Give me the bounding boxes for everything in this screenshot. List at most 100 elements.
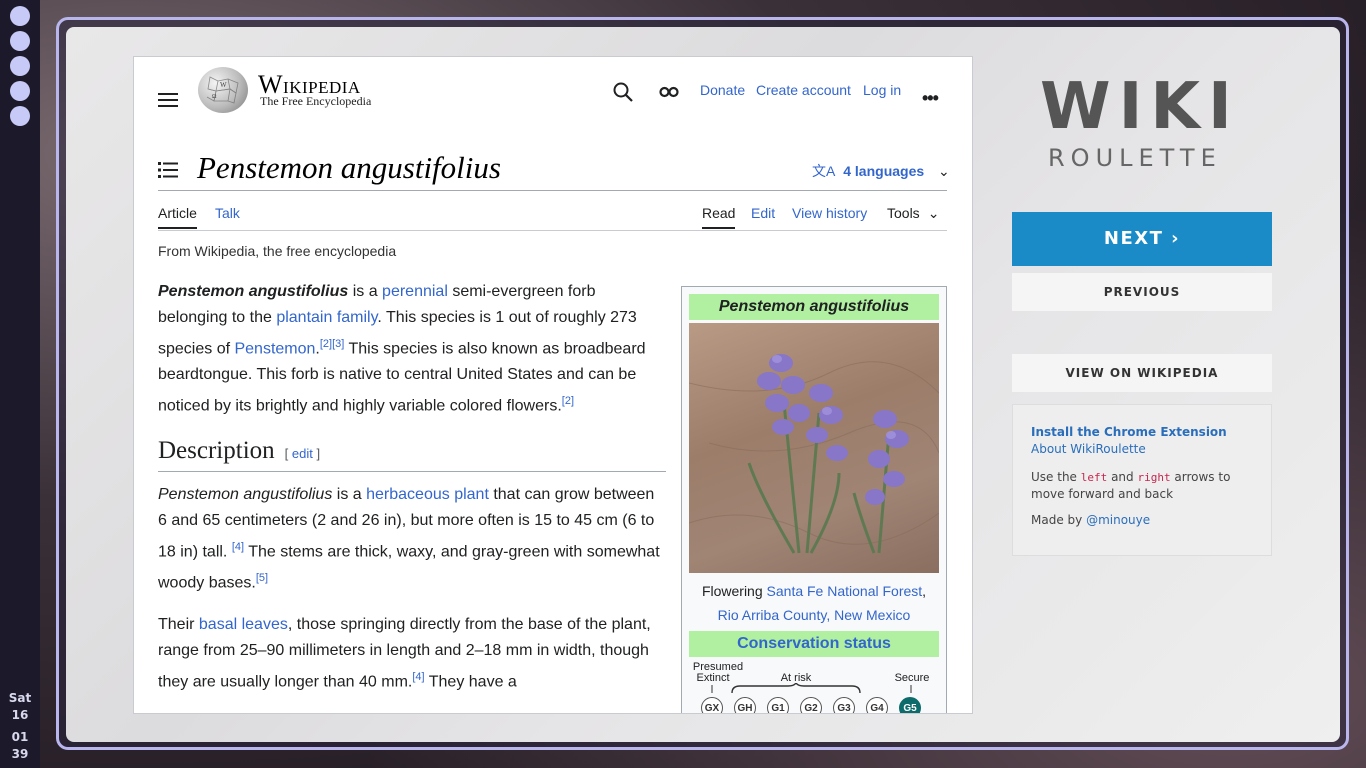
intro-bold-name: Penstemon angustifolius xyxy=(158,283,349,300)
previous-button[interactable]: PREVIOUS xyxy=(1012,273,1272,311)
language-count: 4 languages xyxy=(843,163,925,179)
tabs-divider xyxy=(158,230,947,231)
perennial-link[interactable]: perennial xyxy=(382,283,448,300)
chevron-down-icon: ⌄ xyxy=(927,205,940,221)
infobox-title: Penstemon angustifolius xyxy=(689,294,939,320)
key-right: right xyxy=(1137,471,1171,484)
italic-name: Penstemon angustifolius xyxy=(158,485,333,503)
rank-g2[interactable]: G2 xyxy=(800,697,822,713)
main-menu-icon[interactable] xyxy=(158,89,178,109)
rank-g3[interactable]: G3 xyxy=(833,697,855,713)
table-of-contents-icon[interactable] xyxy=(158,161,178,179)
tools-label: Tools xyxy=(887,205,920,221)
workspace-1-indicator[interactable] xyxy=(10,6,30,26)
clock-minute: 39 xyxy=(11,747,29,761)
text: is a xyxy=(348,283,383,300)
infobox: Penstemon angustifolius Flowering Santa … xyxy=(681,286,947,713)
flower-photo[interactable] xyxy=(689,323,939,573)
install-extension-link-wrap: Install the Chrome Extension xyxy=(1031,425,1227,439)
wikiroulette-logo-bottom: ROULETTE xyxy=(1048,144,1222,172)
wikiroulette-logo-top: WIKI xyxy=(1040,70,1240,144)
svg-text:Ω: Ω xyxy=(212,94,217,100)
intro-paragraph: Penstemon angustifolius is a perennial s… xyxy=(158,279,666,420)
translate-icon: 文A xyxy=(812,163,836,179)
rank-gh[interactable]: GH xyxy=(734,697,756,713)
citation[interactable]: [5] xyxy=(256,572,268,584)
workspace-5-indicator[interactable] xyxy=(10,106,30,126)
conservation-status-header[interactable]: Conservation status xyxy=(689,631,939,657)
section-heading-description: Description [ edit ] xyxy=(158,436,666,472)
keyboard-hint: Use the left and right arrows to move fo… xyxy=(1031,469,1261,503)
clock-day: Sat xyxy=(8,691,32,705)
herbaceous-plant-link[interactable]: herbaceous plant xyxy=(366,486,489,503)
workspace-3-indicator[interactable] xyxy=(10,56,30,76)
text: Use the xyxy=(1031,470,1081,484)
article-title: Penstemon angustifolius xyxy=(197,150,501,185)
basal-leaves-link[interactable]: basal leaves xyxy=(199,616,288,633)
made-by: Made by @minouye xyxy=(1031,513,1150,527)
article-body: Penstemon angustifolius is a perennial s… xyxy=(158,279,666,712)
workspace-4-indicator[interactable] xyxy=(10,81,30,101)
install-extension-link[interactable]: Install the Chrome Extension xyxy=(1031,425,1227,439)
tab-edit[interactable]: Edit xyxy=(751,205,775,221)
rank-gx[interactable]: GX xyxy=(701,697,723,713)
from-wikipedia-note: From Wikipedia, the free encyclopedia xyxy=(158,243,397,259)
text: Made by xyxy=(1031,513,1087,527)
language-selector[interactable]: 文A 4 languages ⌄ xyxy=(812,161,950,181)
rio-arriba-county-link[interactable]: Rio Arriba County, New Mexico xyxy=(718,607,911,623)
bracket: [ xyxy=(284,445,292,461)
edit-section-link[interactable]: edit xyxy=(292,446,313,461)
penstemon-link[interactable]: Penstemon xyxy=(234,340,315,357)
rank-g1[interactable]: G1 xyxy=(767,697,789,713)
description-paragraph-2: Their basal leaves, those springing dire… xyxy=(158,612,666,695)
bracket: ] xyxy=(312,445,321,461)
create-account-link[interactable]: Create account xyxy=(756,82,851,98)
rank-g4[interactable]: G4 xyxy=(866,697,888,713)
text: They have a xyxy=(424,673,517,691)
key-left: left xyxy=(1080,471,1108,484)
wikipedia-globe-logo[interactable]: W Ω xyxy=(198,67,248,113)
santa-fe-forest-link[interactable]: Santa Fe National Forest xyxy=(767,583,923,599)
side-dock: Sat 16 01 39 xyxy=(0,0,40,768)
description-paragraph-1: Penstemon angustifolius is a herbaceous … xyxy=(158,482,666,597)
plantain-family-link[interactable]: plantain family xyxy=(276,309,377,326)
title-divider xyxy=(158,190,947,191)
chevron-down-icon: ⌄ xyxy=(938,163,950,179)
info-panel: Install the Chrome Extension About WikiR… xyxy=(1012,404,1272,556)
wikipedia-frame: W Ω Wikipedia The Free Encyclopedia Dona… xyxy=(133,56,973,714)
login-link[interactable]: Log in xyxy=(863,82,901,98)
citation[interactable]: [2] xyxy=(562,395,574,407)
clock-hour: 01 xyxy=(11,730,29,744)
more-options-icon[interactable]: ••• xyxy=(922,88,939,109)
workspace-2-indicator[interactable] xyxy=(10,31,30,51)
appearance-icon[interactable] xyxy=(658,81,680,103)
text: , xyxy=(922,583,927,599)
section-edit: [ edit ] xyxy=(285,446,320,461)
tab-article[interactable]: Article xyxy=(158,205,197,229)
text: and xyxy=(1107,470,1138,484)
heading-text: Description xyxy=(158,436,275,464)
tab-tools[interactable]: Tools ⌄ xyxy=(887,205,939,222)
rank-bracket xyxy=(711,683,912,694)
view-on-wikipedia-button[interactable]: VIEW ON WIKIPEDIA xyxy=(1012,354,1272,392)
search-icon[interactable] xyxy=(612,81,634,103)
citation[interactable]: [2][3] xyxy=(320,338,344,350)
about-link-wrap: About WikiRoulette xyxy=(1031,442,1146,456)
tab-talk[interactable]: Talk xyxy=(215,205,240,221)
rank-g5-selected[interactable]: G5 xyxy=(899,697,921,713)
next-button[interactable]: NEXT › xyxy=(1012,212,1272,266)
tab-view-history[interactable]: View history xyxy=(792,205,867,221)
text: Flowering xyxy=(701,583,767,599)
citation[interactable]: [4] xyxy=(412,671,424,683)
donate-link[interactable]: Donate xyxy=(700,82,745,98)
author-link[interactable]: @minouye xyxy=(1086,513,1150,527)
text: is a xyxy=(332,485,367,503)
citation[interactable]: [4] xyxy=(232,541,244,553)
svg-text:W: W xyxy=(220,81,227,89)
clock-date: 16 xyxy=(11,708,29,722)
text: Their xyxy=(158,616,199,634)
wikipedia-tagline: The Free Encyclopedia xyxy=(260,94,372,108)
photo-caption: Flowering Santa Fe National Forest, Rio A… xyxy=(689,579,939,627)
tab-read[interactable]: Read xyxy=(702,205,736,229)
about-link[interactable]: About WikiRoulette xyxy=(1031,442,1146,456)
